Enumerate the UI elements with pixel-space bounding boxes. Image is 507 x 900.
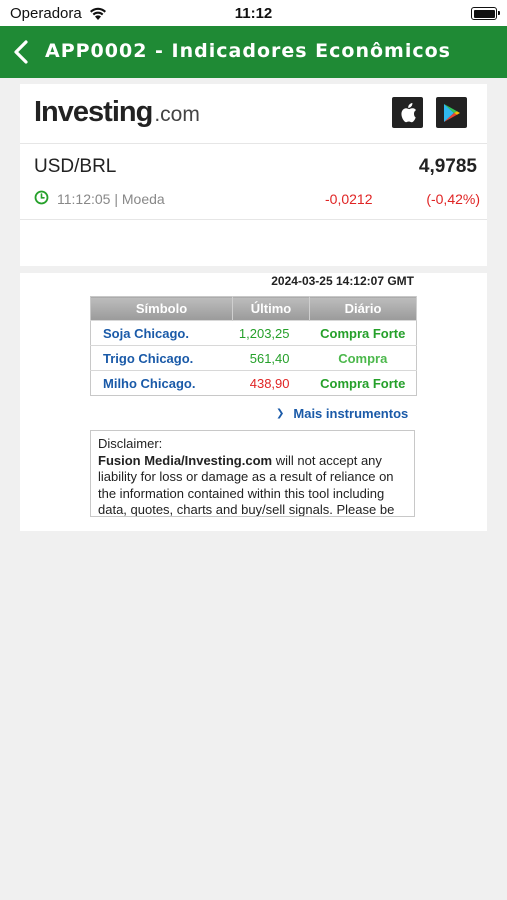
daily-signal: Compra Forte xyxy=(309,370,417,396)
google-play-button[interactable] xyxy=(436,97,467,128)
more-instruments-label: Mais instrumentos xyxy=(293,406,409,421)
disclaimer-brand: Fusion Media/Investing.com xyxy=(98,452,273,468)
divider xyxy=(20,143,487,144)
status-bar: Operadora 11:12 xyxy=(0,0,507,26)
daily-signal: Compra Forte xyxy=(309,320,417,346)
last-value: 561,40 xyxy=(232,345,310,371)
table-header-row: Símbolo Último Diário xyxy=(90,296,417,321)
disclaimer-box[interactable]: Disclaimer: Fusion Media/Investing.com w… xyxy=(90,430,415,517)
column-header-last: Último xyxy=(232,296,310,321)
page-title: APP0002 - Indicadores Econômicos xyxy=(45,40,451,62)
price-change-percent: (-0,42%) xyxy=(426,191,480,207)
last-value: 1,203,25 xyxy=(232,320,310,346)
ticker-widget: Investing .com USD/BRL 4,9785 11:12:05 |… xyxy=(20,84,487,266)
more-instruments-link[interactable]: ❯ Mais instrumentos xyxy=(276,406,408,421)
chevron-right-icon: ❯ xyxy=(276,408,285,419)
symbol-link[interactable]: Milho Chicago. xyxy=(90,370,233,396)
currency-price: 4,9785 xyxy=(418,156,477,177)
status-clock: 11:12 xyxy=(234,5,273,22)
chevron-left-icon xyxy=(14,40,28,64)
price-change: -0,0212 xyxy=(325,191,373,207)
disclaimer-colon: : xyxy=(158,436,163,451)
quotes-timestamp: 2024-03-25 14:12:07 GMT xyxy=(271,274,414,288)
logo-main-text: Investing xyxy=(34,96,153,128)
daily-signal: Compra xyxy=(309,345,417,371)
apple-icon xyxy=(400,102,416,122)
quotes-table: Símbolo Último Diário Soja Chicago. 1,20… xyxy=(90,296,417,396)
nav-bar: APP0002 - Indicadores Econômicos xyxy=(0,26,507,78)
table-row: Soja Chicago. 1,203,25 Compra Forte xyxy=(90,320,417,346)
battery-icon xyxy=(471,7,500,20)
column-header-symbol: Símbolo xyxy=(90,296,233,321)
google-play-icon xyxy=(443,103,460,122)
divider xyxy=(20,219,487,220)
last-value: 438,90 xyxy=(232,370,310,396)
investing-logo[interactable]: Investing .com xyxy=(34,96,200,132)
quote-time: 11:12:05 | Moeda xyxy=(57,191,165,207)
clock-icon xyxy=(34,190,49,205)
column-header-daily: Diário xyxy=(309,296,417,321)
logo-suffix-text: .com xyxy=(154,103,200,126)
back-button[interactable] xyxy=(4,34,38,70)
table-row: Trigo Chicago. 561,40 Compra xyxy=(90,345,417,371)
currency-pair[interactable]: USD/BRL xyxy=(34,156,116,178)
disclaimer-title: Disclaimer xyxy=(98,436,159,451)
symbol-link[interactable]: Soja Chicago. xyxy=(90,320,233,346)
symbol-link[interactable]: Trigo Chicago. xyxy=(90,345,233,371)
table-row: Milho Chicago. 438,90 Compra Forte xyxy=(90,370,417,396)
quotes-widget: 2024-03-25 14:12:07 GMT Símbolo Último D… xyxy=(20,273,487,531)
app-store-button[interactable] xyxy=(392,97,423,128)
